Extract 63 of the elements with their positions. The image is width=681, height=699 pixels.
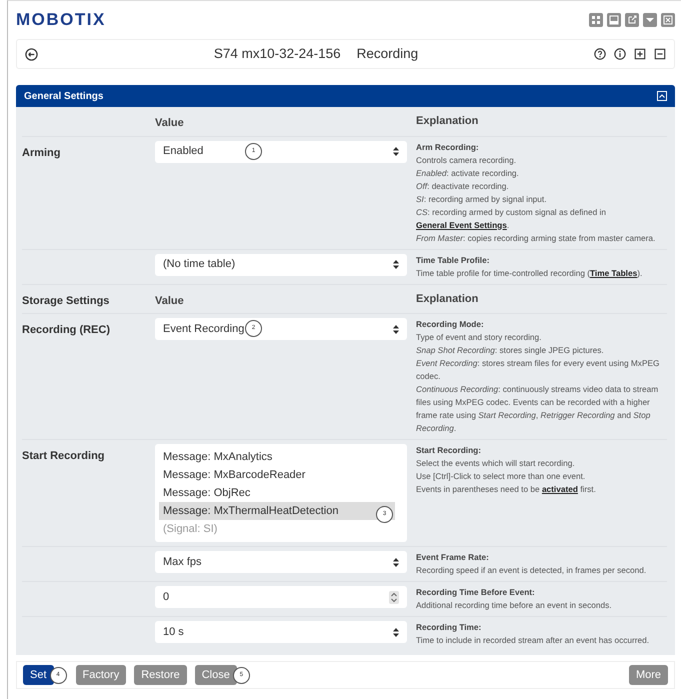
explanation-title: Arm Recording: — [416, 140, 480, 154]
panel-title: General Settings — [24, 90, 104, 104]
row-label: Recording (REC) — [22, 324, 110, 336]
select-field[interactable]: 10 s — [155, 621, 407, 643]
column-header: Value — [155, 117, 184, 129]
select-arrows-icon — [393, 628, 399, 636]
explanation-text: Use [Ctrl]-Click to select more than one event. — [416, 470, 586, 483]
camera-name: S74 mx10-32-24-156 — [214, 44, 341, 63]
explanation-text: Time to include in recorded stream after an event has occurred. — [416, 634, 650, 647]
column-header: Explanation — [416, 292, 478, 304]
explanation-text: CS: recording armed by custom signal as defined in General Event Settings. — [416, 206, 608, 232]
grid-icon[interactable] — [589, 13, 603, 27]
explanation-title: Recording Time: — [416, 621, 482, 634]
window-icon[interactable] — [607, 13, 621, 27]
row-label: Storage Settings — [22, 294, 110, 306]
explanation-text: Events in parentheses need to be activated first. — [416, 483, 597, 496]
explanation-title: Time Table Profile: — [416, 254, 490, 266]
page-title: Recording — [356, 44, 418, 63]
explanation-text: Select the events which will start recording. — [416, 457, 576, 470]
expand-icon[interactable] — [634, 48, 646, 60]
explanation-text: Enabled: activate recording. — [416, 166, 520, 180]
help-link[interactable]: General Event Settings — [416, 220, 507, 230]
collapse-icon[interactable] — [654, 48, 666, 60]
select-field[interactable]: (No time table) — [155, 254, 407, 276]
select-arrows-icon — [393, 324, 399, 334]
back-icon[interactable] — [25, 48, 38, 60]
explanation-text: Additional recording time before an event in seconds. — [416, 599, 613, 612]
explanation-title: Event Frame Rate: — [416, 551, 490, 564]
help-link[interactable]: activated — [542, 484, 578, 494]
help-link[interactable]: Time Tables — [590, 268, 638, 278]
explanation-text: Snap Shot Recording: stores single JPEG pictures. — [416, 344, 605, 357]
dropdown-icon[interactable] — [643, 13, 657, 27]
explanation-text: SI: recording armed by signal input. — [416, 192, 548, 206]
explanation-text: Type of event and story recording. — [416, 331, 542, 344]
column-header: Value — [155, 294, 184, 306]
select-arrows-icon — [393, 260, 399, 269]
list-option[interactable]: Message: ObjRec — [159, 484, 395, 502]
number-field[interactable]: 0 — [155, 586, 407, 608]
explanation-title: Recording Time Before Event: — [416, 586, 536, 599]
brand-logo: MOBOTIX — [16, 9, 106, 32]
explanation-text: Recording speed if an event is detected, in frames per second. — [416, 564, 648, 577]
explanation-text: Time table profile for time-controlled recording (Time Tables). — [416, 266, 644, 280]
select-arrows-icon — [393, 147, 399, 156]
select-field[interactable]: Max fps — [155, 551, 407, 573]
explanation-text: Off: deactivate recording. — [416, 180, 510, 192]
explanation-text: From Master: copies recording arming state from master camera. — [416, 232, 656, 244]
row-label: Start Recording — [22, 450, 105, 462]
explanation-text: Controls camera recording. — [416, 154, 518, 166]
info-icon[interactable] — [614, 48, 626, 60]
footer-button[interactable]: Set — [23, 664, 54, 686]
help-icon[interactable] — [594, 48, 606, 60]
explanation-title: Start Recording: — [416, 444, 482, 457]
spinner-icon[interactable] — [389, 590, 399, 604]
row-label: Arming — [22, 146, 60, 158]
select-arrows-icon — [393, 558, 399, 566]
close-icon[interactable] — [661, 13, 675, 27]
explanation-text: Continuous Recording: continuously streams video data to stream files using MxPEG codec. Events can be recorded with a higher frame rate using Start Recording, Retrigger Recording and Stop Recording. — [416, 383, 660, 435]
list-option[interactable]: Message: MxBarcodeReader — [159, 466, 395, 484]
external-link-icon[interactable] — [625, 13, 639, 27]
list-option[interactable]: Message: MxAnalytics — [159, 448, 395, 466]
explanation-text: Event Recording: stores stream files for every event using MxPEG codec. — [416, 357, 660, 383]
explanation-title: Recording Mode: — [416, 318, 485, 331]
column-header: Explanation — [416, 115, 478, 127]
